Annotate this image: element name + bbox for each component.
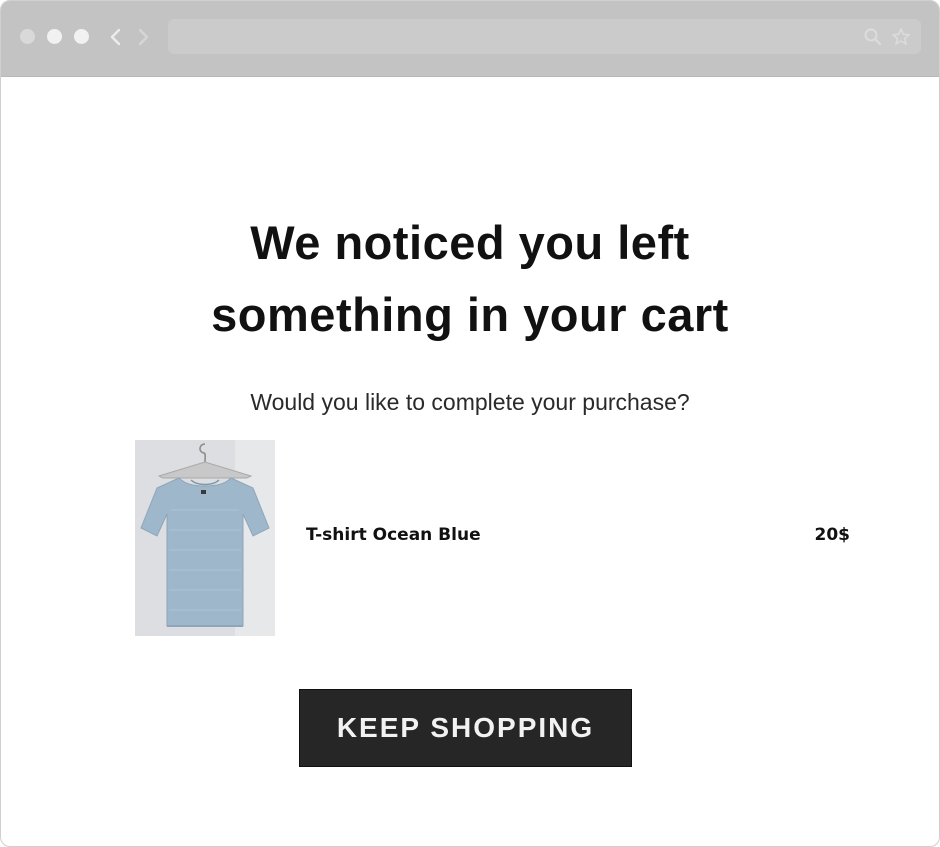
- search-icon[interactable]: [863, 27, 883, 47]
- browser-window: We noticed you left something in your ca…: [0, 0, 940, 847]
- product-price: 20$: [814, 525, 851, 545]
- headline-line-2: something in your cart: [211, 288, 729, 341]
- minimize-window-button[interactable]: [47, 29, 62, 44]
- page-title: We noticed you left something in your ca…: [1, 207, 939, 351]
- product-name[interactable]: T-shirt Ocean Blue: [306, 523, 481, 547]
- maximize-window-button[interactable]: [74, 29, 89, 44]
- star-icon[interactable]: [891, 27, 911, 47]
- close-window-button[interactable]: [20, 29, 35, 44]
- product-image[interactable]: [135, 440, 275, 636]
- subtitle: Would you like to complete your purchase…: [250, 389, 690, 415]
- address-bar[interactable]: [168, 19, 921, 54]
- browser-toolbar: [1, 1, 939, 77]
- chevron-right-icon[interactable]: [134, 27, 152, 47]
- headline-line-1: We noticed you left: [250, 216, 690, 269]
- chevron-left-icon[interactable]: [107, 27, 125, 47]
- keep-shopping-button[interactable]: KEEP SHOPPING: [299, 689, 632, 767]
